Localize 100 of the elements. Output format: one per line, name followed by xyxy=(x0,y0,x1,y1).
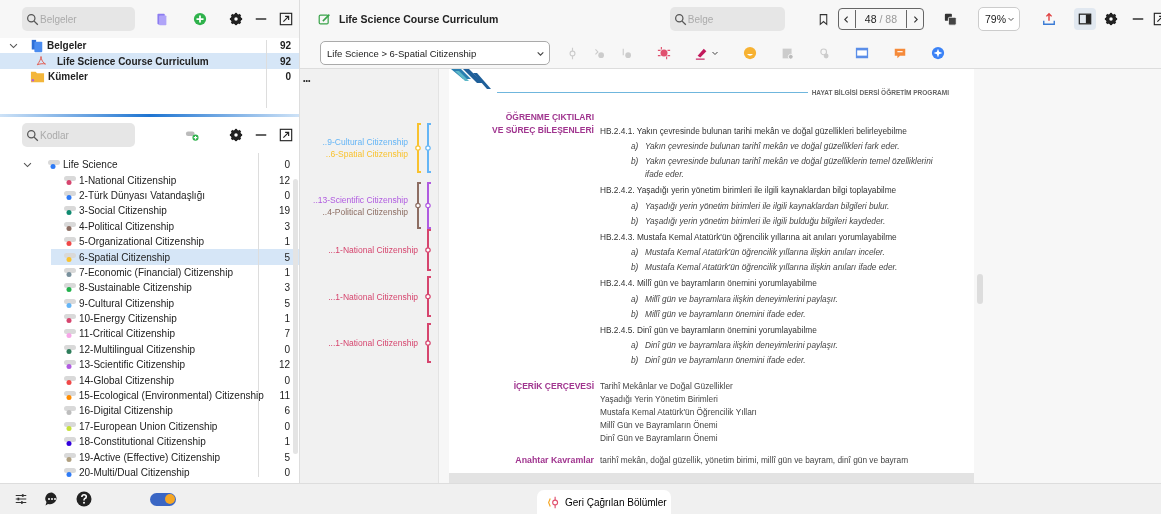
code-icon xyxy=(63,405,77,417)
code-label[interactable]: ...1-National Citizenship xyxy=(328,337,418,349)
code-item[interactable]: 10-Energy Citizenship xyxy=(79,313,260,325)
count: 3 xyxy=(283,282,290,294)
code-item[interactable]: 13-Scientific Citizenship xyxy=(79,359,260,371)
code-icon xyxy=(63,266,77,278)
code-label[interactable]: ...1-National Citizenship xyxy=(328,244,418,256)
edit-icon[interactable] xyxy=(318,12,331,26)
outcome-item: Yakın çevresinde bulunan tarihî mekân ve doğal güzelliklerin temel özelliklerini ifade eder. xyxy=(645,155,934,182)
scrollbar-thumb[interactable] xyxy=(977,274,983,304)
settings-icon[interactable] xyxy=(229,12,243,26)
content-line: Dinî Gün ve Bayramların Önemi xyxy=(600,432,719,446)
code-bracket[interactable] xyxy=(425,123,432,173)
code-icon xyxy=(63,174,77,186)
code-bracket[interactable] xyxy=(425,323,432,363)
code-label[interactable]: ...1-National Citizenship xyxy=(328,290,418,303)
code-item[interactable]: 7-Economic (Financial) Citizenship xyxy=(79,266,260,278)
code-pin-icon xyxy=(547,495,560,509)
tree-item[interactable]: Life Science Course Curriculum xyxy=(57,55,261,67)
outcome-heading: HB.2.4.1. Yakın çevresinde bulunan tarihi mekân ve doğal güzellikleri belirleyebilme xyxy=(600,125,908,138)
code-item[interactable]: 6-Spatial Citizenship xyxy=(79,251,260,263)
search-field[interactable]: Belge xyxy=(669,7,785,31)
code-icon xyxy=(63,343,77,355)
tree-item[interactable]: Kümeler xyxy=(48,70,261,82)
code-item[interactable]: 11-Critical Citizenship xyxy=(79,328,260,340)
popout-icon[interactable] xyxy=(279,12,293,26)
help-icon[interactable] xyxy=(76,491,92,507)
recalled-sections-button[interactable]: Geri Çağrılan Bölümler xyxy=(537,490,671,514)
count: 12 xyxy=(277,359,290,371)
settings-icon[interactable] xyxy=(1104,12,1118,26)
code-item[interactable]: 18-Constitutional Citizenship xyxy=(79,436,260,448)
code-item[interactable]: 5-Organizational Citizenship xyxy=(79,236,260,248)
keywords-text: tarihî mekân, doğal güzellik, yönetim birimi, millî gün ve bayram, dinî gün ve bayram xyxy=(600,454,910,468)
code-bracket[interactable] xyxy=(415,182,422,229)
code-item[interactable]: 14-Global Citizenship xyxy=(79,374,260,386)
count: 11 xyxy=(278,390,290,402)
code-item[interactable]: 19-Active (Effective) Citizenship xyxy=(79,451,260,463)
document-icon[interactable] xyxy=(155,12,168,26)
code-item[interactable]: 4-Political Citizenship xyxy=(79,220,260,232)
content-line: Tarihî Mekânlar ve Doğal Güzellikler xyxy=(600,380,734,394)
code-item[interactable]: 2-Türk Dünyası Vatandaşlığı xyxy=(79,189,260,201)
search-field[interactable]: Belgeler xyxy=(22,7,135,31)
code-item[interactable]: 9-Cultural Citizenship xyxy=(79,297,260,309)
sliders-icon[interactable] xyxy=(14,492,28,506)
item-letter: a) xyxy=(631,339,640,353)
caret-icon[interactable] xyxy=(711,49,719,57)
code-dropdown[interactable]: Life Science > 6-Spatial Citizenship xyxy=(320,41,550,65)
code-icon xyxy=(63,236,77,248)
section-label: VE SÜREÇ BİLEŞENLERİ xyxy=(490,124,594,137)
settings-icon[interactable] xyxy=(229,128,243,142)
outcome-item: Yakın çevresinde bulunan tarihî mekân ve doğal güzellikleri fark eder. xyxy=(645,140,901,154)
content-line: Millî Gün ve Bayramların Önemi xyxy=(600,419,719,433)
virus-icon[interactable] xyxy=(657,46,671,60)
upload-icon[interactable] xyxy=(1042,12,1056,26)
content-line: Yaşadığı Yerin Yönetim Birimleri xyxy=(600,393,719,407)
code-item[interactable]: Life Science xyxy=(63,159,260,171)
code-item[interactable]: 12-Multilingual Citizenship xyxy=(79,343,260,355)
zoom-select[interactable]: 79% xyxy=(978,7,1020,31)
count: 92 xyxy=(278,55,291,67)
item-letter: b) xyxy=(631,214,640,228)
comment-icon[interactable] xyxy=(893,46,907,60)
code-label[interactable]: ..13-Scientific Citizenship xyxy=(313,193,408,206)
window-icon[interactable] xyxy=(855,46,869,60)
count: 1 xyxy=(283,436,290,448)
sparkle-icon[interactable] xyxy=(931,46,945,60)
section-label: İÇERİK ÇERÇEVESİ xyxy=(512,380,594,394)
code-item[interactable]: 1-National Citizenship xyxy=(79,174,260,186)
code-label[interactable]: ..4-Political Citizenship xyxy=(313,205,408,218)
tree-item[interactable]: Belgeler xyxy=(47,40,261,52)
toggle-switch[interactable] xyxy=(150,492,176,506)
code-icon xyxy=(63,420,77,432)
code-item[interactable]: 17-European Union Citizenship xyxy=(79,420,260,432)
caret-icon xyxy=(1007,15,1015,23)
code-item[interactable]: 15-Ecological (Environmental) Citizenship xyxy=(78,390,264,402)
scrollbar-thumb[interactable] xyxy=(293,179,298,454)
code-bracket[interactable] xyxy=(425,182,432,229)
scrollbar[interactable] xyxy=(449,473,974,483)
search-field[interactable]: Kodlar xyxy=(22,123,135,147)
item-letter: b) xyxy=(631,307,640,321)
page-number[interactable]: 48 xyxy=(864,13,877,25)
add-icon[interactable] xyxy=(193,12,207,26)
count: 1 xyxy=(283,313,290,325)
code-item[interactable]: 16-Digital Citizenship xyxy=(79,405,260,417)
code-bracket[interactable] xyxy=(425,276,432,317)
panel-icon[interactable] xyxy=(1078,12,1092,26)
code-item[interactable]: 3-Social Citizenship xyxy=(79,205,260,217)
item-letter: b) xyxy=(631,354,640,368)
outcome-item: Dinî gün ve bayramlara ilişkin deneyimlerini paylaşır. xyxy=(645,339,839,353)
count: 0 xyxy=(283,189,290,201)
code-item[interactable]: 20-Multi/Dual Citizenship xyxy=(79,467,260,478)
code-item[interactable]: 8-Sustainable Citizenship xyxy=(79,282,260,294)
popout-icon[interactable] xyxy=(279,128,293,142)
outcome-item: Millî gün ve bayramların önemini ifade eder. xyxy=(645,307,807,321)
code-bracket[interactable] xyxy=(425,229,432,271)
item-letter: a) xyxy=(631,199,640,213)
count: 0 xyxy=(284,70,291,82)
copy-icon[interactable] xyxy=(944,12,958,26)
count: 1 xyxy=(283,236,290,248)
highlighter-icon[interactable] xyxy=(695,46,709,60)
code-icon xyxy=(63,220,77,232)
